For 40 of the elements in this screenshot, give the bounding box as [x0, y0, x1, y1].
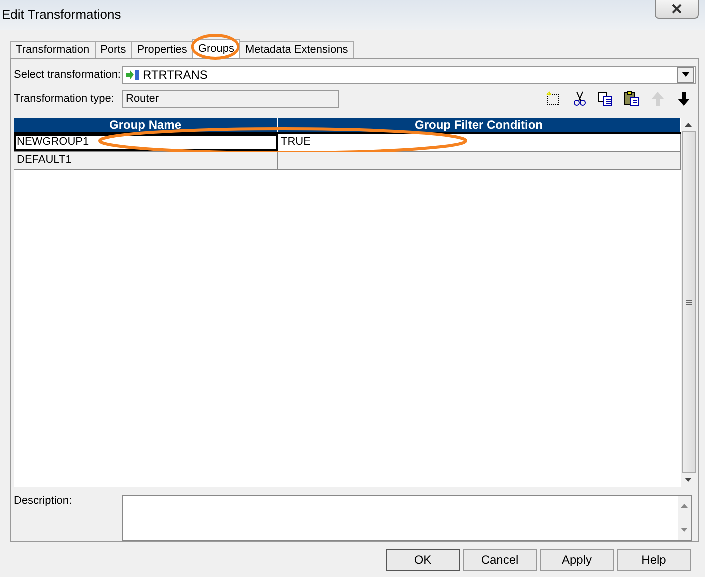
- scroll-up-icon: [685, 122, 692, 127]
- transformation-dropdown[interactable]: RTRTRANS: [122, 66, 696, 84]
- toolbar-button[interactable]: [546, 90, 562, 107]
- new-row-icon: [546, 90, 562, 107]
- type-field: Router: [122, 90, 339, 108]
- close-button[interactable]: [655, 0, 699, 19]
- toolbar-button[interactable]: [598, 90, 614, 107]
- table-cell: DEFAULT1: [17, 154, 72, 166]
- field-label: Description:: [14, 495, 74, 509]
- table-cell: TRUE: [281, 136, 311, 148]
- toolbar-button[interactable]: [676, 90, 692, 107]
- down-arrow-icon: [676, 90, 692, 107]
- scroll-down-icon: [685, 478, 692, 482]
- up-arrow-icon: [650, 90, 666, 107]
- window-title: Edit Transformations: [2, 7, 122, 24]
- dialog-button[interactable]: Apply: [540, 549, 614, 571]
- tab[interactable]: Metadata Extensions: [239, 41, 354, 58]
- cut-icon: [572, 90, 588, 107]
- scroll-up-icon: [681, 504, 688, 508]
- table-cell: NEWGROUP1: [17, 136, 90, 148]
- dropdown-arrow-icon: [682, 72, 690, 78]
- dialog-button[interactable]: OK: [386, 549, 460, 571]
- toolbar-button[interactable]: [572, 90, 588, 107]
- paste-icon: [624, 90, 640, 107]
- field-label: Select transformation:: [14, 68, 122, 81]
- dialog-button[interactable]: Help: [617, 549, 691, 571]
- tab[interactable]: Properties: [131, 41, 194, 58]
- close-icon: [672, 4, 682, 14]
- tab[interactable]: Transformation: [10, 41, 96, 58]
- field-label: Transformation type:: [14, 92, 116, 105]
- toolbar-button[interactable]: [624, 90, 640, 107]
- scroll-down-icon: [681, 528, 688, 532]
- column-header: Group Name: [14, 118, 278, 132]
- table-row[interactable]: DEFAULT1: [14, 152, 681, 170]
- transformation-name: RTRTRANS: [143, 68, 208, 82]
- copy-icon: [598, 90, 614, 107]
- router-icon: [126, 68, 140, 81]
- description-field[interactable]: [122, 495, 692, 541]
- grip-icon: [686, 300, 692, 305]
- dialog-button[interactable]: Cancel: [463, 549, 537, 571]
